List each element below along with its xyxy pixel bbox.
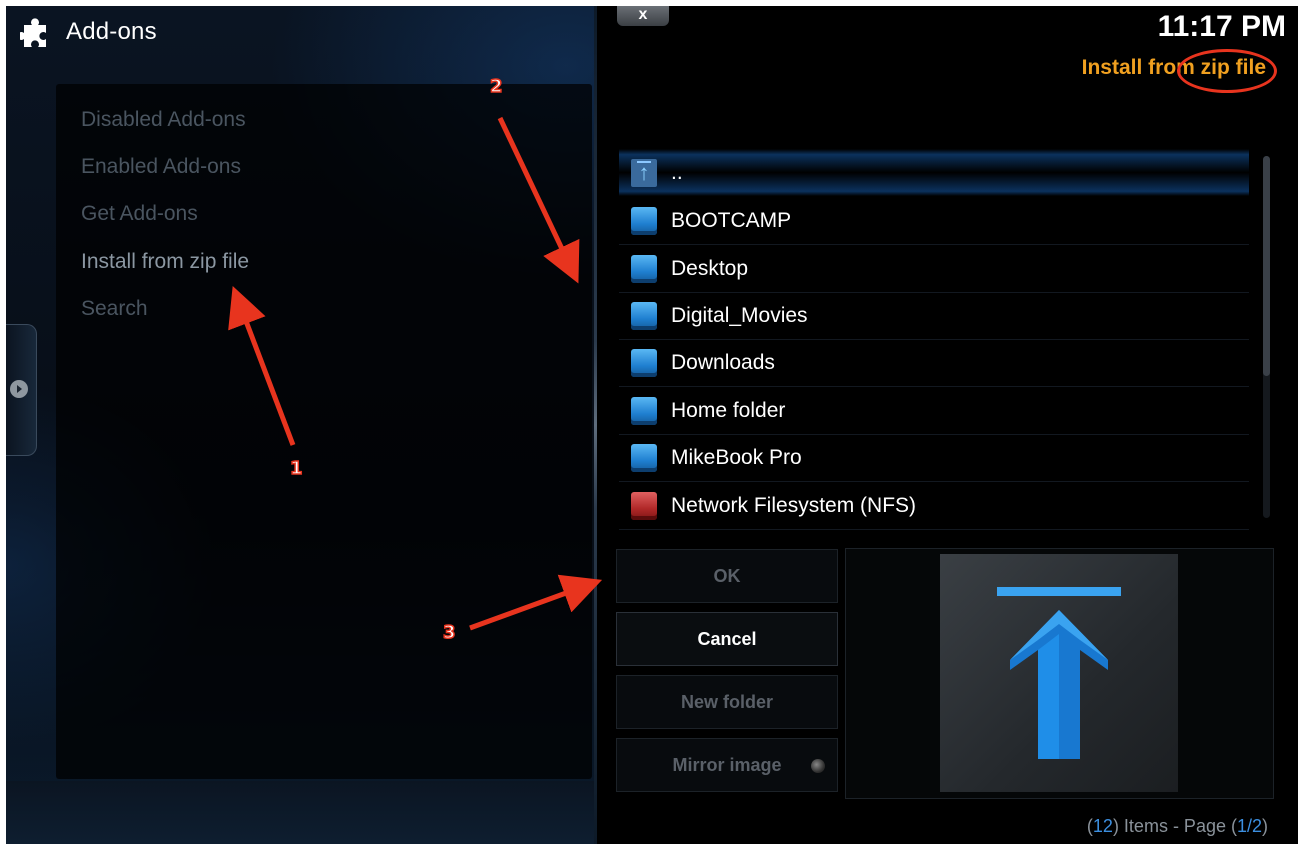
- menu-item-disabled-addons[interactable]: Disabled Add-ons: [81, 108, 246, 132]
- page-title: Add-ons: [66, 18, 157, 45]
- bottom-strip: [6, 781, 596, 844]
- file-name: Desktop: [671, 256, 749, 280]
- drive-icon: [631, 254, 657, 283]
- drive-icon: [631, 348, 657, 377]
- file-name: Network Filesystem (NFS): [671, 493, 917, 517]
- clock: 11:17 PM: [1157, 10, 1286, 43]
- page-indicator: 1/2: [1236, 816, 1262, 836]
- footer-text: ): [1262, 816, 1268, 836]
- menu-item-get-addons[interactable]: Get Add-ons: [81, 202, 198, 226]
- preview-panel: [845, 548, 1274, 799]
- new-folder-button[interactable]: New folder: [616, 675, 838, 729]
- addons-panel: Add-ons Disabled Add-ons Enabled Add-ons…: [6, 6, 596, 844]
- side-menu-tab[interactable]: [6, 324, 37, 456]
- list-item-parent[interactable]: ..: [619, 149, 1249, 196]
- drive-icon: [631, 396, 657, 425]
- list-item-home-folder[interactable]: Home folder: [619, 387, 1249, 435]
- drive-icon: [631, 206, 657, 235]
- app-window: Add-ons Disabled Add-ons Enabled Add-ons…: [6, 6, 1298, 844]
- ok-button[interactable]: OK: [616, 549, 838, 603]
- file-name: BOOTCAMP: [671, 208, 792, 232]
- list-item-desktop[interactable]: Desktop: [619, 245, 1249, 293]
- mirror-image-toggle[interactable]: Mirror image: [616, 738, 838, 792]
- mirror-image-label: Mirror image: [672, 755, 782, 775]
- annotation-label-1: 1: [289, 457, 303, 480]
- drive-icon: [631, 443, 657, 472]
- file-name: MikeBook Pro: [671, 445, 802, 469]
- menu-item-search[interactable]: Search: [81, 297, 148, 321]
- footer-text: ) Items - Page (: [1112, 816, 1237, 836]
- radio-toggle-icon: [811, 759, 825, 773]
- list-item-nfs[interactable]: Network Filesystem (NFS): [619, 482, 1249, 530]
- addons-header: Add-ons: [20, 14, 157, 50]
- menu-item-install-from-zip[interactable]: Install from zip file: [81, 250, 249, 274]
- addons-menu: Disabled Add-ons Enabled Add-ons Get Add…: [56, 84, 592, 779]
- file-name: ..: [671, 160, 683, 184]
- list-item-downloads[interactable]: Downloads: [619, 339, 1249, 387]
- title-highlight-ellipse: [1177, 49, 1277, 93]
- close-button[interactable]: x: [617, 6, 669, 26]
- puzzle-icon: [20, 18, 46, 47]
- up-folder-icon: [631, 158, 657, 187]
- file-list-scrollbar[interactable]: [1263, 156, 1270, 518]
- upload-arrow-icon: [997, 587, 1121, 759]
- list-item-digital-movies[interactable]: Digital_Movies: [619, 292, 1249, 340]
- file-name: Home folder: [671, 398, 786, 422]
- drive-icon: [631, 301, 657, 330]
- annotation-label-2: 2: [489, 75, 503, 98]
- chevron-right-icon: [10, 380, 28, 398]
- file-list: .. BOOTCAMP Desktop Digital_Movies Downl…: [619, 149, 1254, 530]
- install-zip-dialog: x 11:17 PM Install from zip file .. BOOT…: [597, 6, 1298, 844]
- list-item-bootcamp[interactable]: BOOTCAMP: [619, 197, 1249, 245]
- list-item-mikebook-pro[interactable]: MikeBook Pro: [619, 434, 1249, 482]
- annotation-label-3: 3: [442, 621, 456, 644]
- network-drive-icon: [631, 491, 657, 520]
- items-count: (12) Items - Page (1/2): [1087, 816, 1268, 837]
- file-name: Downloads: [671, 350, 775, 374]
- item-count: 12: [1092, 816, 1113, 836]
- cancel-button[interactable]: Cancel: [616, 612, 838, 666]
- scrollbar-thumb[interactable]: [1263, 156, 1270, 376]
- file-name: Digital_Movies: [671, 303, 808, 327]
- menu-item-enabled-addons[interactable]: Enabled Add-ons: [81, 155, 241, 179]
- preview-thumbnail: [940, 554, 1178, 792]
